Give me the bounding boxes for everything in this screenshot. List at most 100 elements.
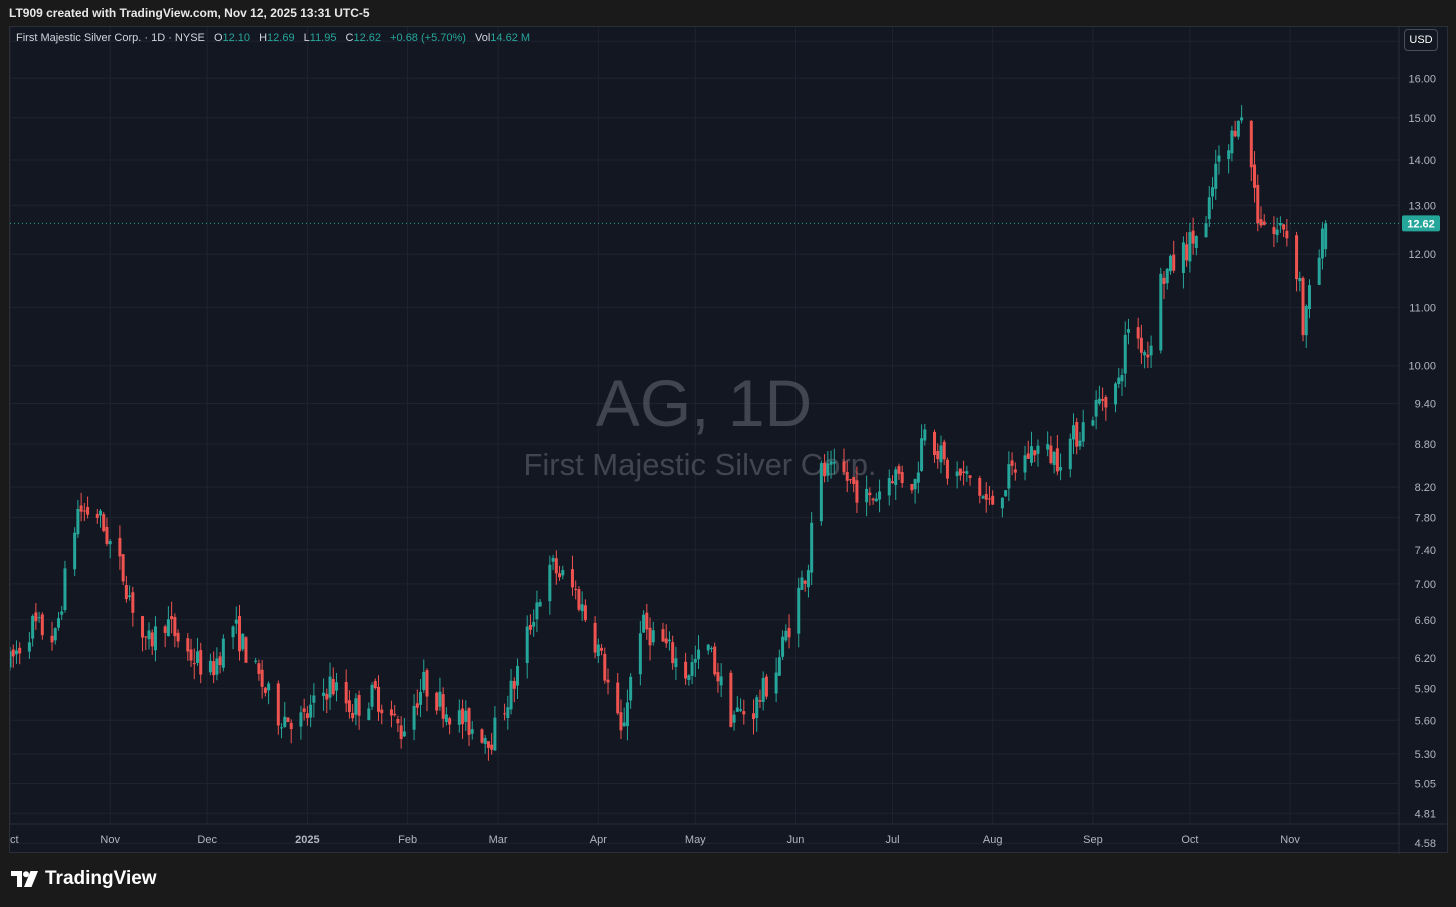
candle-body [548,564,552,602]
candlestick-chart[interactable]: 17.0016.0015.0014.0013.0012.0011.0010.00… [10,27,1449,854]
candle-body [1230,130,1234,154]
candle-body [570,569,574,588]
candle-body [1123,334,1127,374]
candle-body [978,478,982,496]
candle-body [170,616,174,620]
candle-body [1211,187,1215,197]
candle-body [1194,236,1198,248]
candle-body [470,729,474,734]
legend-high-value: 12.69 [267,32,295,44]
candle-body [18,647,22,654]
candle-body [1272,227,1276,235]
candle-body [1049,445,1053,464]
candle-body [163,626,167,633]
candle-body [742,711,746,715]
candle-body [373,681,377,689]
candle-body [1046,444,1050,450]
candle-body [887,478,891,496]
candle-body [483,738,487,744]
candle-body [1236,120,1240,137]
tradingview-logo-icon [11,871,38,887]
candle-body [1029,446,1033,463]
y-tick-label: 11.00 [1409,302,1436,314]
candle-body [1068,438,1072,470]
y-tick-label: 4.81 [1415,808,1436,820]
candle-body [99,510,103,516]
candle-body [73,532,77,570]
candle-body [480,729,484,743]
candle-body [713,646,717,675]
candle-body [212,661,216,676]
candle-body [241,633,245,650]
candle-body [1149,345,1153,356]
candle-body [693,658,697,663]
last-price-label: 12.62 [1407,218,1435,230]
candle-body [234,619,238,624]
candle-body [448,718,452,725]
candle-body [781,636,785,657]
candle-body [124,585,128,600]
candle-body [325,693,329,700]
y-tick-label: 13.00 [1408,200,1436,212]
candle-body [312,695,316,703]
candle-body [913,479,917,490]
candle-body [897,466,901,474]
y-tick-label: 16.00 [1408,73,1436,85]
y-tick-label: 7.80 [1415,513,1436,525]
candle-body [1249,120,1253,168]
candle-body [739,709,743,711]
candle-body [900,472,904,484]
legend-high-label: H [259,32,268,44]
candle-body [486,741,490,748]
candle-body [622,722,626,727]
candle-body [1120,374,1124,382]
candle-body [199,650,203,675]
candle-body [289,722,293,730]
candle-body [153,626,157,651]
candle-body [1097,398,1101,404]
candle-body [958,468,962,476]
candle-body [192,663,196,665]
candle-body [916,472,920,483]
candle-body [299,712,303,727]
candle-body [1233,130,1237,137]
candle-body [823,462,827,477]
candle-body [832,462,836,464]
candle-body [334,682,338,691]
candle-body [706,644,710,651]
candle-body [583,605,587,621]
candle-body [367,708,371,721]
candle-body [444,714,448,722]
candle-body [173,616,177,637]
candle-body [389,709,393,716]
candle-body [968,475,972,478]
candle-body [732,714,736,723]
legend-vol-value: 14.62 M [490,32,531,44]
x-tick-label: Aug [983,834,1003,846]
candle-body [984,493,988,500]
candle-body [238,615,242,652]
candle-body [1295,235,1299,280]
candle-body [845,472,849,481]
chart-frame[interactable]: 17.0016.0015.0014.0013.0012.0011.0010.00… [9,26,1449,854]
candle-body [1227,150,1231,160]
y-tick-label: 7.00 [1415,579,1436,591]
candle-body [894,469,898,486]
currency-button[interactable]: USD [1404,29,1438,51]
candle-body [764,676,768,697]
candle-body [890,481,894,484]
candle-body [1078,440,1082,447]
candle-body [1188,232,1192,262]
candle-body [257,663,261,674]
candle-body [1181,242,1185,274]
candle-body [208,660,212,673]
y-tick-label: 4.58 [1415,838,1436,850]
candle-body [1298,277,1302,282]
tradingview-logo[interactable]: TradingView [11,868,157,890]
candle-body [493,717,497,751]
candle-body [50,635,54,643]
candle-body [648,627,652,646]
candle-body [357,695,361,716]
candle-body [1013,469,1017,473]
candle-body [554,558,558,574]
